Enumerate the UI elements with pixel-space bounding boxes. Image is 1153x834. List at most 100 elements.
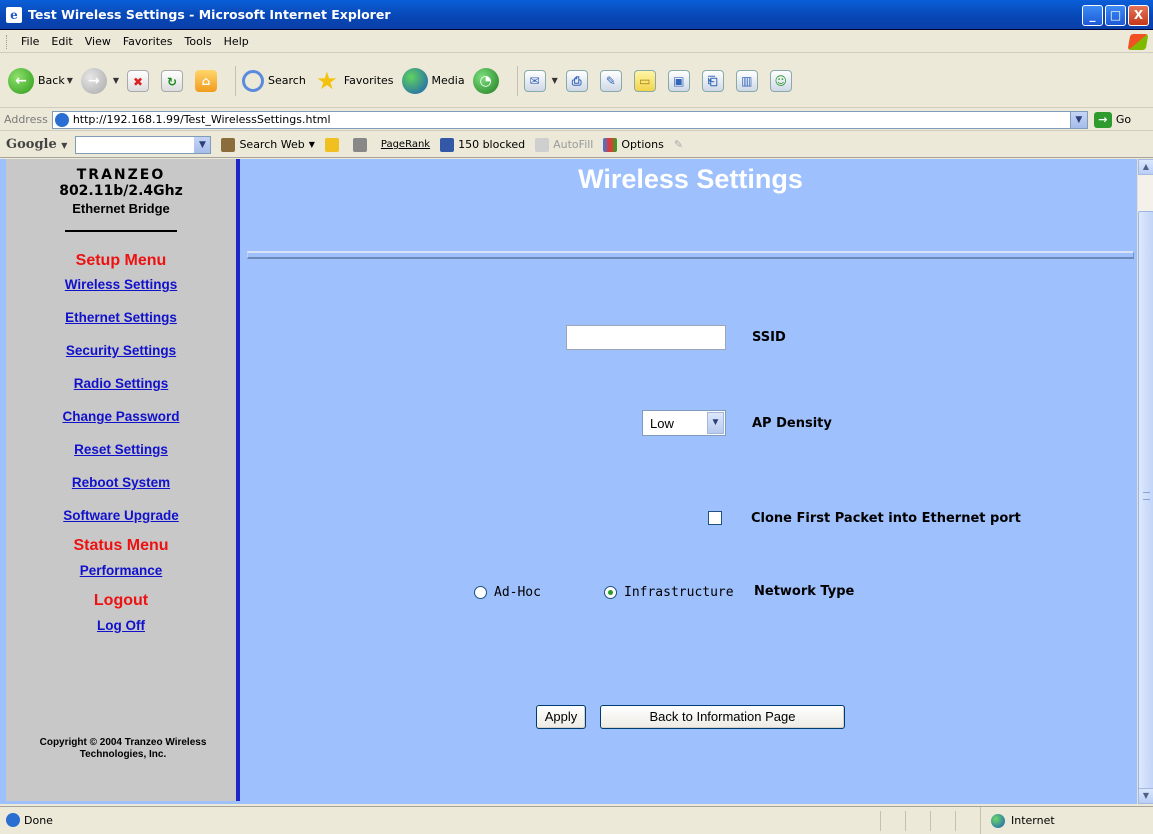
menu-edit[interactable]: Edit xyxy=(45,35,78,48)
mail-button[interactable]: ✉ ▼ xyxy=(523,69,558,92)
restore-button[interactable]: □ xyxy=(1105,5,1126,26)
back-arrow-icon: ← xyxy=(8,67,34,94)
logout-heading: Logout xyxy=(93,592,149,609)
research-icon: ▣ xyxy=(667,69,690,92)
status-divider xyxy=(905,811,906,831)
vertical-scrollbar[interactable]: ▲ ▼ xyxy=(1137,159,1153,804)
nav-log-off[interactable]: Log Off xyxy=(6,618,236,633)
nav-reboot-system[interactable]: Reboot System xyxy=(6,475,236,490)
menu-file[interactable]: File xyxy=(15,35,45,48)
google-search-dropdown-icon[interactable]: ▼ xyxy=(194,136,211,153)
nav-ethernet-settings[interactable]: Ethernet Settings xyxy=(6,310,236,325)
adhoc-label: Ad-Hoc xyxy=(494,585,541,600)
popup-blocker-icon xyxy=(440,137,455,152)
search-label: Search xyxy=(268,74,306,87)
pagerank-indicator[interactable]: PageRank xyxy=(381,139,430,150)
nav-software-upgrade[interactable]: Software Upgrade xyxy=(6,508,236,523)
nav-change-password[interactable]: Change Password xyxy=(6,409,236,424)
favorites-button[interactable]: ★ Favorites xyxy=(314,66,393,95)
discuss-button[interactable]: ▭ xyxy=(633,69,660,92)
clone-packet-label: Clone First Packet into Ethernet port xyxy=(751,511,1021,526)
brand-model: 802.11b/2.4Ghz xyxy=(59,183,183,199)
search-site-button[interactable] xyxy=(324,137,343,152)
menu-tools[interactable]: Tools xyxy=(179,35,218,48)
search-button[interactable]: Search xyxy=(242,69,306,92)
address-dropdown-icon[interactable]: ▼ xyxy=(1069,111,1087,128)
highlight-button[interactable]: ✎ xyxy=(674,138,683,151)
menu-help[interactable]: Help xyxy=(218,35,255,48)
nav-wireless-settings[interactable]: Wireless Settings xyxy=(6,277,236,292)
network-type-label: Network Type xyxy=(754,584,855,599)
nav-performance[interactable]: Performance xyxy=(6,563,236,578)
pencil-icon: ✎ xyxy=(673,138,684,151)
status-menu-heading: Status Menu xyxy=(73,537,169,554)
edit-button[interactable]: ✎ xyxy=(599,69,626,92)
print-icon: ⎙ xyxy=(565,69,588,92)
window-title: Test Wireless Settings - Microsoft Inter… xyxy=(28,7,391,22)
autofill-button[interactable]: AutoFill xyxy=(535,137,593,152)
google-logo-button[interactable]: Google ▼ xyxy=(6,137,67,152)
ap-density-value: Low xyxy=(650,416,674,431)
menu-favorites[interactable]: Favorites xyxy=(117,35,179,48)
back-dropdown-icon[interactable]: ▼ xyxy=(67,76,73,85)
google-search-input[interactable]: ▼ xyxy=(75,135,212,154)
refresh-button[interactable]: ↻ xyxy=(161,69,187,92)
apply-button[interactable]: Apply xyxy=(536,705,586,729)
ssid-input[interactable] xyxy=(566,325,726,350)
nav-reset-settings[interactable]: Reset Settings xyxy=(6,442,236,457)
minimize-button[interactable]: _ xyxy=(1082,5,1103,26)
popup-blocker-button[interactable]: 150 blocked xyxy=(440,137,525,152)
brand-logo: TRANZEO xyxy=(76,167,166,183)
messenger-button[interactable]: ☺ xyxy=(769,69,796,92)
nav-radio-settings[interactable]: Radio Settings xyxy=(6,376,236,391)
scroll-up-icon[interactable]: ▲ xyxy=(1138,159,1153,175)
refresh-icon: ↻ xyxy=(161,69,184,92)
research-button[interactable]: ▣ xyxy=(667,69,694,92)
copyright-text: Copyright © 2004 Tranzeo Wireless Techno… xyxy=(39,737,207,760)
toolbar-grip[interactable] xyxy=(6,34,9,49)
security-zone[interactable]: Internet xyxy=(980,807,1153,834)
clip-button[interactable]: ⎗ xyxy=(701,69,728,92)
messenger-icon: ☺ xyxy=(769,69,792,92)
status-text: Done xyxy=(24,813,53,827)
ap-density-select[interactable]: Low ▼ xyxy=(642,410,726,436)
clone-packet-checkbox[interactable] xyxy=(708,511,722,525)
infrastructure-radio[interactable] xyxy=(604,586,617,599)
history-button[interactable]: ◔ xyxy=(472,67,503,94)
scrollbar-thumb[interactable] xyxy=(1138,211,1153,790)
search-icon xyxy=(242,69,265,92)
edit-page-icon: ✎ xyxy=(599,69,622,92)
search-web-button[interactable]: Search Web ▼ xyxy=(221,137,315,152)
close-button[interactable]: X xyxy=(1128,5,1149,26)
window-controls: _ □ X xyxy=(1082,5,1149,26)
back-to-info-button[interactable]: Back to Information Page xyxy=(600,705,845,729)
toolbar-separator xyxy=(235,65,237,96)
options-button[interactable]: Options xyxy=(603,137,664,152)
forward-dropdown-icon[interactable]: ▼ xyxy=(113,76,119,85)
address-input[interactable]: http://192.168.1.99/Test_WirelessSetting… xyxy=(51,110,1088,129)
media-label: Media xyxy=(431,74,465,87)
star-icon: ★ xyxy=(316,66,338,95)
page-viewport: TRANZEO 802.11b/2.4Ghz Ethernet Bridge S… xyxy=(0,159,1153,804)
adhoc-radio[interactable] xyxy=(474,586,487,599)
forward-button[interactable]: → ▼ xyxy=(80,67,119,94)
google-logo: Google xyxy=(6,137,57,152)
status-divider xyxy=(930,811,931,831)
pagerank-label: PageRank xyxy=(380,139,431,150)
main-content: Wireless Settings SSID Low ▼ AP Density … xyxy=(244,159,1137,804)
chevron-down-icon[interactable]: ▼ xyxy=(707,412,724,434)
search-web-dropdown-icon[interactable]: ▼ xyxy=(309,140,315,149)
go-button[interactable]: → Go xyxy=(1093,111,1131,128)
books-button[interactable]: ▥ xyxy=(735,69,762,92)
back-button[interactable]: ← Back ▼ xyxy=(8,67,73,94)
print-button[interactable]: ⎙ xyxy=(565,69,592,92)
mail-dropdown-icon[interactable]: ▼ xyxy=(552,76,558,85)
scroll-down-icon[interactable]: ▼ xyxy=(1138,788,1153,804)
home-button[interactable]: ⌂ xyxy=(195,69,221,92)
nav-security-settings[interactable]: Security Settings xyxy=(6,343,236,358)
stop-button[interactable]: ✖ xyxy=(127,69,153,92)
books-icon: ▥ xyxy=(735,69,758,92)
menu-view[interactable]: View xyxy=(79,35,117,48)
news-button[interactable] xyxy=(352,137,371,152)
media-button[interactable]: Media xyxy=(401,67,465,94)
